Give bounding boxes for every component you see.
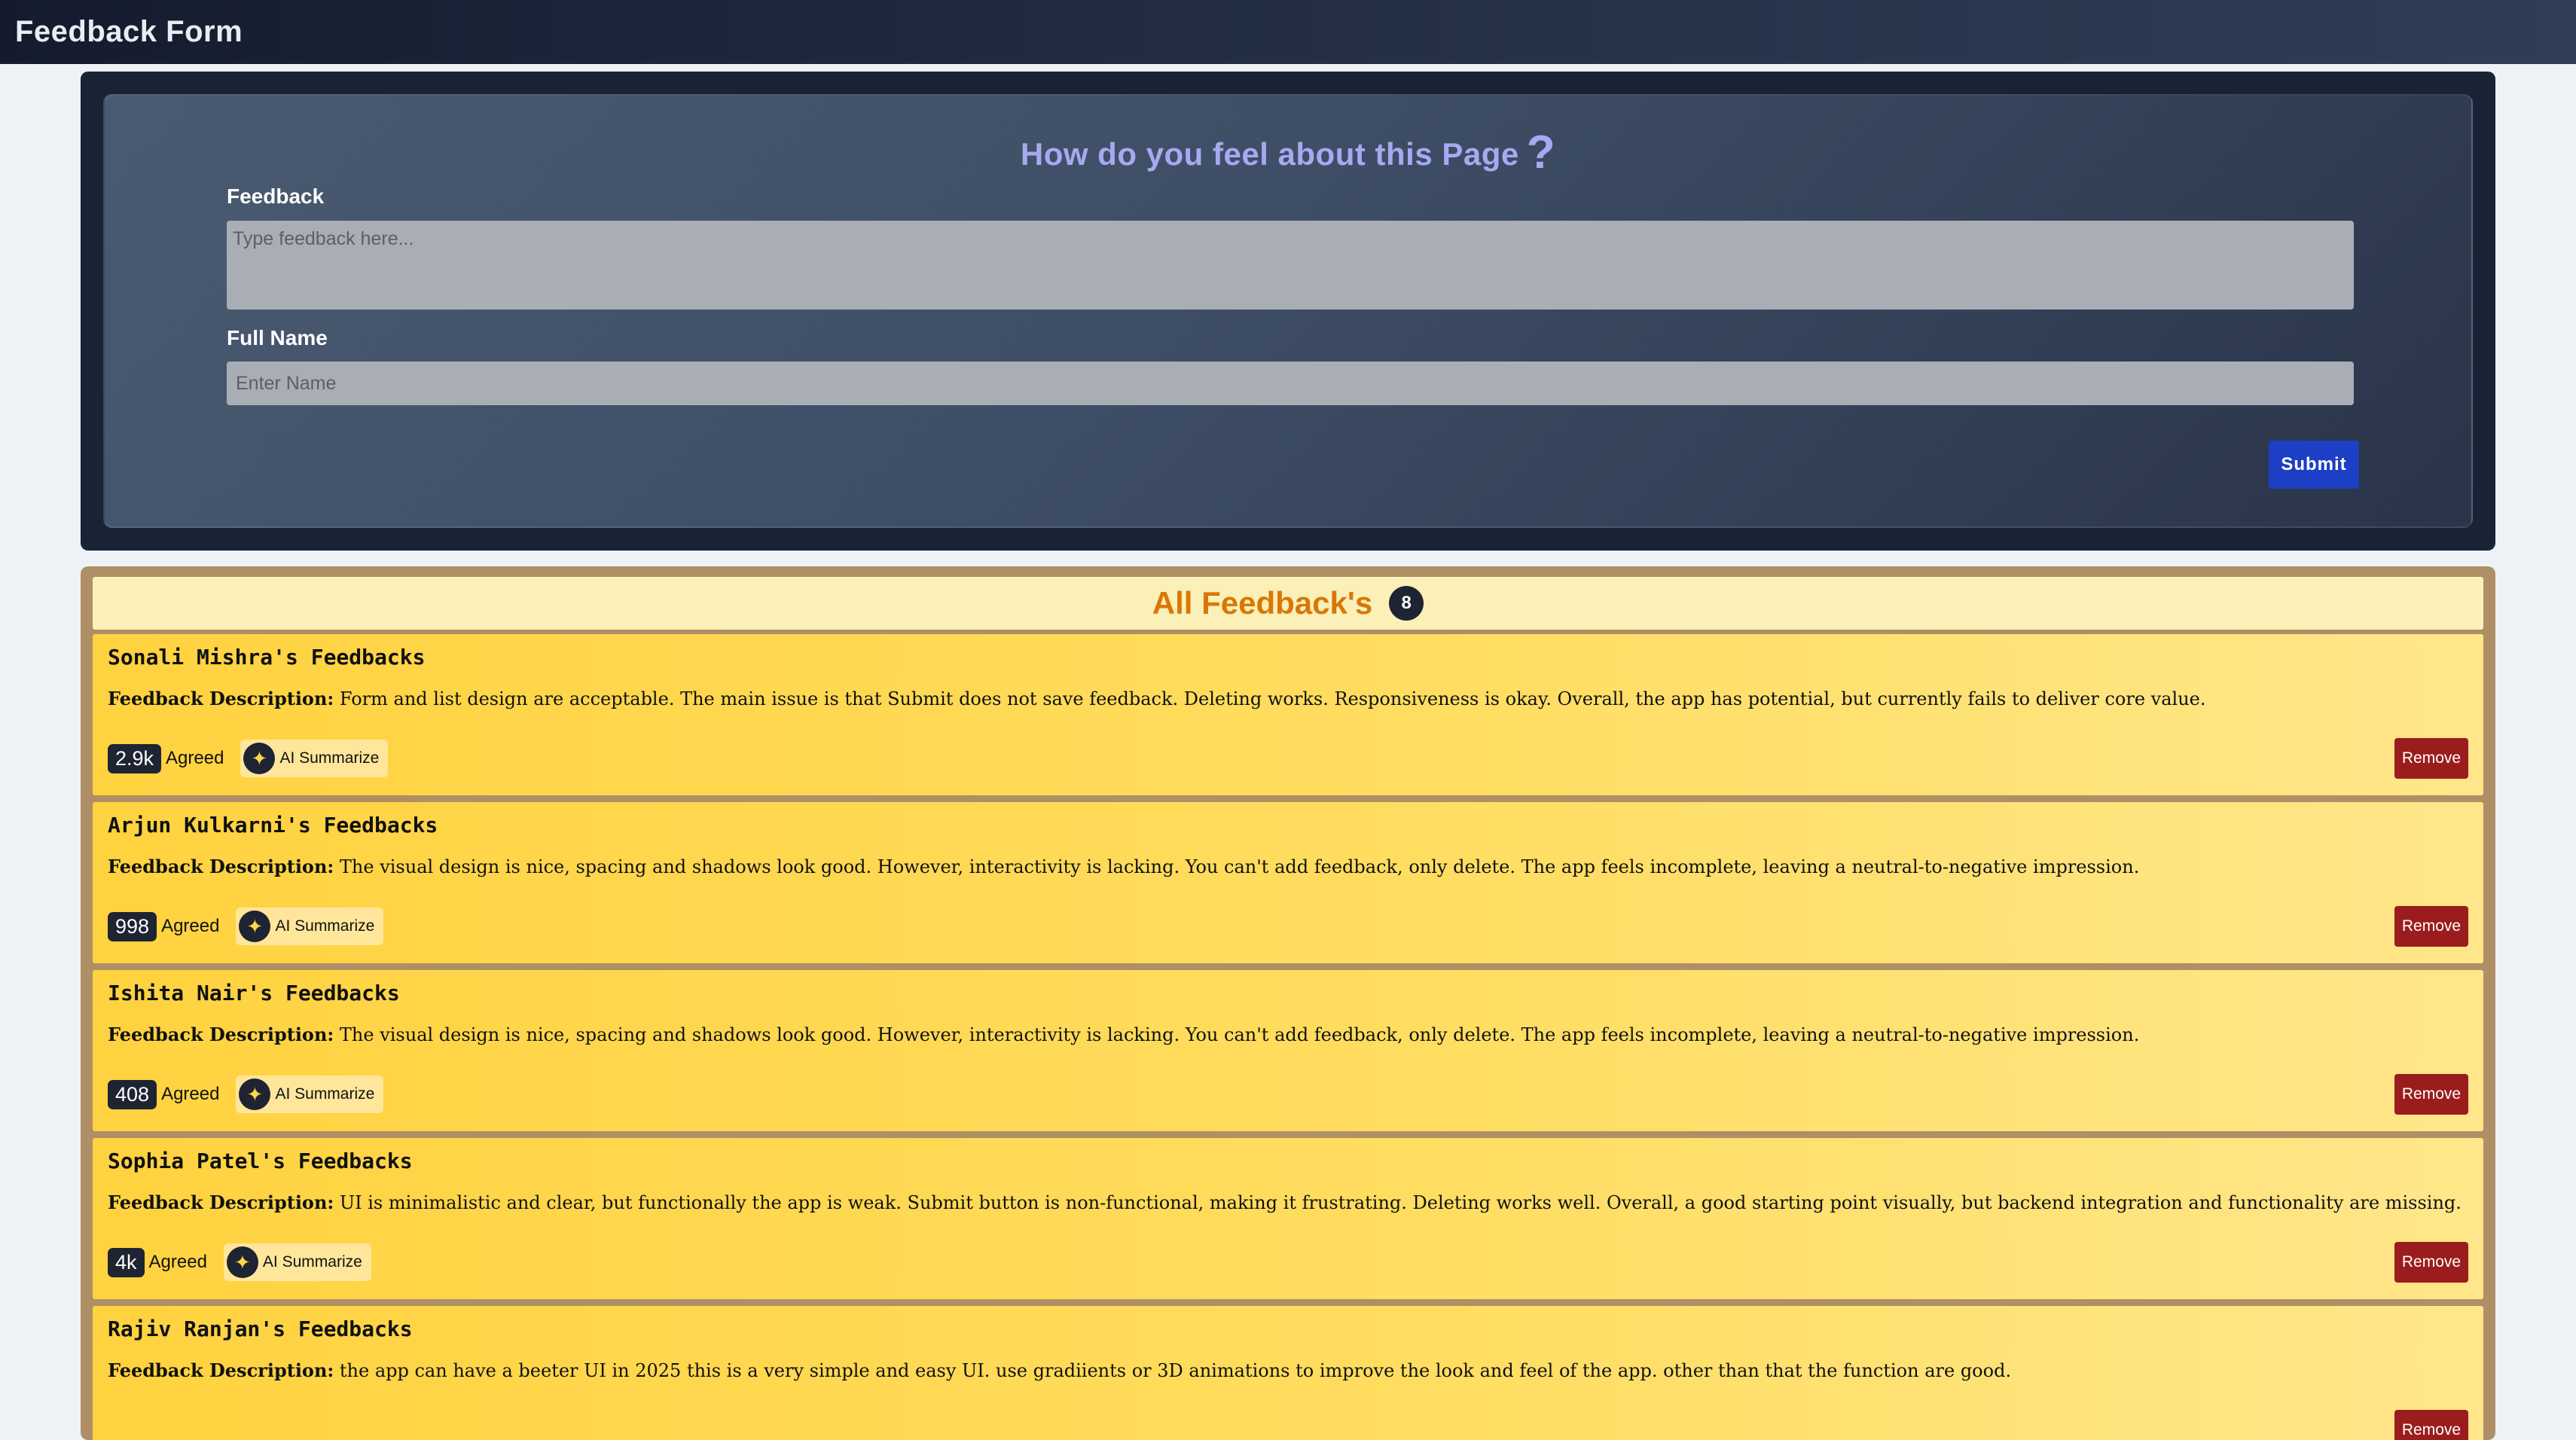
top-bar: Feedback Form bbox=[0, 0, 2576, 64]
feedback-label: Feedback bbox=[227, 185, 325, 208]
agree-count: 4k bbox=[108, 1247, 145, 1277]
ai-summarize-label: AI Summarize bbox=[275, 1085, 375, 1103]
feedback-card-footer: 2.9k Agreed ✦ AI Summarize Remove bbox=[108, 738, 2468, 779]
feedback-card: Sophia Patel's Feedbacks Feedback Descrip… bbox=[93, 1138, 2483, 1299]
feedback-description: Feedback Description: the app can have a… bbox=[108, 1359, 2468, 1381]
full-name-input[interactable] bbox=[227, 362, 2354, 405]
feedback-form-panel: How do you feel about this Page? Feedbac… bbox=[81, 72, 2495, 551]
feedback-card: Ishita Nair's Feedbacks Feedback Descript… bbox=[93, 970, 2483, 1131]
agreed-label: Agreed bbox=[161, 916, 220, 936]
ai-summarize-label: AI Summarize bbox=[279, 749, 380, 767]
ai-summarize-label: AI Summarize bbox=[262, 1253, 362, 1271]
list-title: All Feedback's bbox=[1152, 585, 1373, 621]
remove-button[interactable]: Remove bbox=[2394, 738, 2468, 779]
agree-count: 998 bbox=[108, 911, 157, 941]
agree-count: 2.9k bbox=[108, 743, 162, 773]
feedback-list: Sonali Mishra's Feedbacks Feedback Descri… bbox=[93, 634, 2483, 1440]
sparkle-icon: ✦ bbox=[243, 743, 276, 774]
feedback-description-label: Feedback Description: bbox=[108, 688, 334, 709]
agree-count: 408 bbox=[108, 1079, 157, 1109]
feedback-description: Feedback Description: The visual design … bbox=[108, 856, 2468, 877]
feedback-description: Feedback Description: The visual design … bbox=[108, 1024, 2468, 1045]
feedback-author: Rajiv Ranjan's Feedbacks bbox=[108, 1316, 413, 1341]
sparkle-icon: ✦ bbox=[239, 911, 271, 942]
question-mark-icon: ? bbox=[1526, 127, 1556, 178]
agreed-label: Agreed bbox=[148, 1252, 207, 1272]
sparkle-icon: ✦ bbox=[239, 1078, 271, 1110]
form-heading: How do you feel about this Page? bbox=[105, 126, 2471, 179]
sparkle-icon: ✦ bbox=[226, 1246, 258, 1278]
ai-summarize-button[interactable]: ✦ AI Summarize bbox=[236, 1075, 384, 1113]
remove-button[interactable]: Remove bbox=[2394, 906, 2468, 947]
remove-button[interactable]: Remove bbox=[2394, 1410, 2468, 1440]
feedback-description-label: Feedback Description: bbox=[108, 1191, 334, 1213]
ai-summarize-label: AI Summarize bbox=[275, 917, 375, 935]
feedback-description-text: the app can have a beeter UI in 2025 thi… bbox=[339, 1360, 2012, 1381]
feedback-form-card: How do you feel about this Page? Feedbac… bbox=[103, 94, 2473, 528]
feedback-count-badge: 8 bbox=[1389, 586, 1424, 621]
feedback-description-label: Feedback Description: bbox=[108, 1024, 334, 1045]
feedback-input[interactable] bbox=[227, 221, 2354, 310]
feedback-card-footer: Remove bbox=[108, 1410, 2468, 1440]
feedback-card-footer: 408 Agreed ✦ AI Summarize Remove bbox=[108, 1074, 2468, 1115]
agreed-label: Agreed bbox=[161, 1084, 220, 1104]
agreed-label: Agreed bbox=[166, 748, 224, 768]
feedback-card: Sonali Mishra's Feedbacks Feedback Descri… bbox=[93, 634, 2483, 795]
feedback-description-text: UI is minimalistic and clear, but functi… bbox=[339, 1192, 2462, 1213]
remove-button[interactable]: Remove bbox=[2394, 1242, 2468, 1283]
list-header: All Feedback's 8 bbox=[93, 577, 2483, 630]
app-title: Feedback Form bbox=[15, 15, 243, 48]
feedback-description-text: Form and list design are acceptable. The… bbox=[339, 688, 2206, 709]
feedback-list-panel: All Feedback's 8 Sonali Mishra's Feedbac… bbox=[81, 566, 2495, 1440]
full-name-label: Full Name bbox=[227, 326, 328, 349]
feedback-description: Feedback Description: UI is minimalistic… bbox=[108, 1191, 2468, 1213]
feedback-author: Arjun Kulkarni's Feedbacks bbox=[108, 813, 438, 837]
feedback-card-footer: 998 Agreed ✦ AI Summarize Remove bbox=[108, 906, 2468, 947]
ai-summarize-button[interactable]: ✦ AI Summarize bbox=[223, 1243, 371, 1281]
feedback-author: Ishita Nair's Feedbacks bbox=[108, 981, 400, 1005]
feedback-description-text: The visual design is nice, spacing and s… bbox=[339, 1024, 2140, 1045]
feedback-description-text: The visual design is nice, spacing and s… bbox=[339, 856, 2140, 877]
feedback-card-footer: 4k Agreed ✦ AI Summarize Remove bbox=[108, 1242, 2468, 1283]
feedback-description: Feedback Description: Form and list desi… bbox=[108, 688, 2468, 709]
feedback-card: Arjun Kulkarni's Feedbacks Feedback Descr… bbox=[93, 802, 2483, 963]
feedback-author: Sophia Patel's Feedbacks bbox=[108, 1149, 413, 1173]
ai-summarize-button[interactable]: ✦ AI Summarize bbox=[240, 740, 389, 777]
feedback-author: Sonali Mishra's Feedbacks bbox=[108, 645, 426, 670]
form-heading-text: How do you feel about this Page bbox=[1020, 136, 1519, 172]
feedback-description-label: Feedback Description: bbox=[108, 1359, 334, 1381]
ai-summarize-button[interactable]: ✦ AI Summarize bbox=[236, 908, 384, 945]
remove-button[interactable]: Remove bbox=[2394, 1074, 2468, 1115]
feedback-description-label: Feedback Description: bbox=[108, 856, 334, 877]
submit-button[interactable]: Submit bbox=[2269, 441, 2359, 489]
feedback-card: Rajiv Ranjan's Feedbacks Feedback Descrip… bbox=[93, 1306, 2483, 1440]
